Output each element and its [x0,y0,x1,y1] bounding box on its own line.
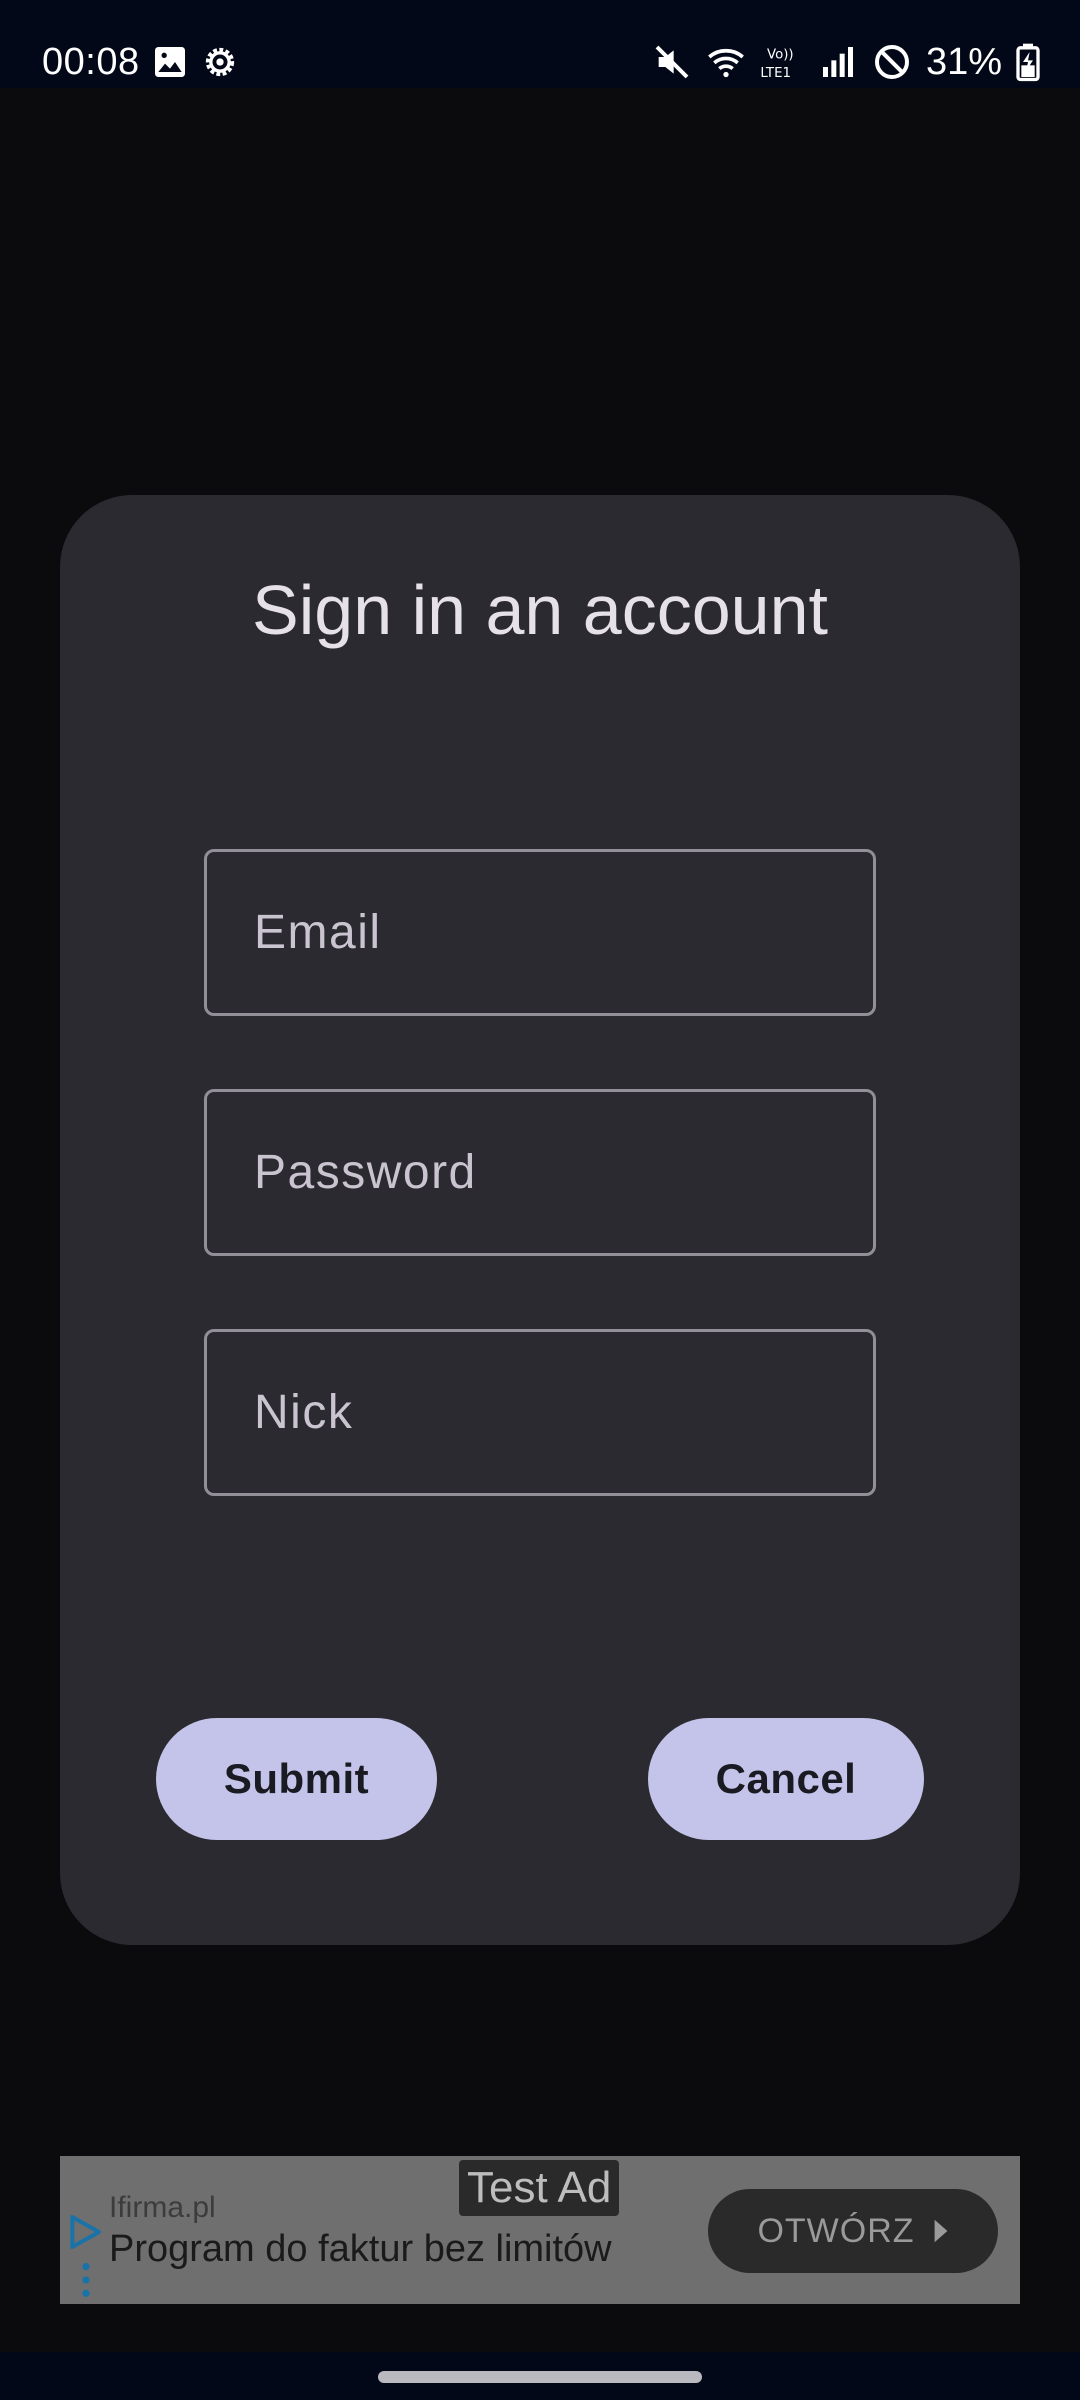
signal-icon [818,42,858,82]
volte-label: Vo)) [767,48,794,63]
email-field[interactable] [204,849,876,1016]
gallery-icon [150,42,190,82]
ad-open-label: OTWÓRZ [757,2211,915,2250]
wifi-icon [706,42,746,82]
battery-percent: 31% [925,41,1002,83]
nick-input[interactable] [254,1332,873,1493]
settings-gear-icon [200,42,240,82]
test-ad-badge: Test Ad [459,2160,620,2216]
submit-button[interactable]: Submit [156,1718,437,1840]
ad-more-options-icon[interactable] [80,2260,92,2300]
email-input[interactable] [254,852,873,1013]
battery-charging-icon [1016,42,1040,82]
ad-advertiser: Ifirma.pl [109,2191,216,2224]
status-right-icons: Vo)) LTE1 31% [652,38,1040,86]
ad-choices-play-icon[interactable] [64,2212,104,2252]
cancel-button[interactable]: Cancel [648,1718,924,1840]
status-left-icons [150,40,240,84]
navigation-bar [0,2352,1080,2400]
do-not-disturb-icon [872,42,912,82]
status-time: 00:08 [42,41,140,83]
mute-icon [652,42,692,82]
password-input[interactable] [254,1092,873,1253]
password-field[interactable] [204,1089,876,1256]
nick-field[interactable] [204,1329,876,1496]
dialog-title: Sign in an account [252,571,828,649]
ad-open-button[interactable]: OTWÓRZ [708,2189,998,2273]
home-handle[interactable] [378,2371,702,2383]
status-bar: 00:08 Vo)) LTE1 31% [0,0,1080,88]
network-label: LTE1 [760,66,791,81]
ad-arrow-icon [934,2219,947,2243]
sign-in-dialog: Sign in an account Submit Cancel [60,495,1020,1945]
ad-headline: Program do faktur bez limitów [109,2228,612,2270]
ad-banner[interactable]: Test Ad Ifirma.pl Program do faktur bez … [60,2156,1020,2304]
volte-lte-icon: Vo)) LTE1 [760,42,804,82]
